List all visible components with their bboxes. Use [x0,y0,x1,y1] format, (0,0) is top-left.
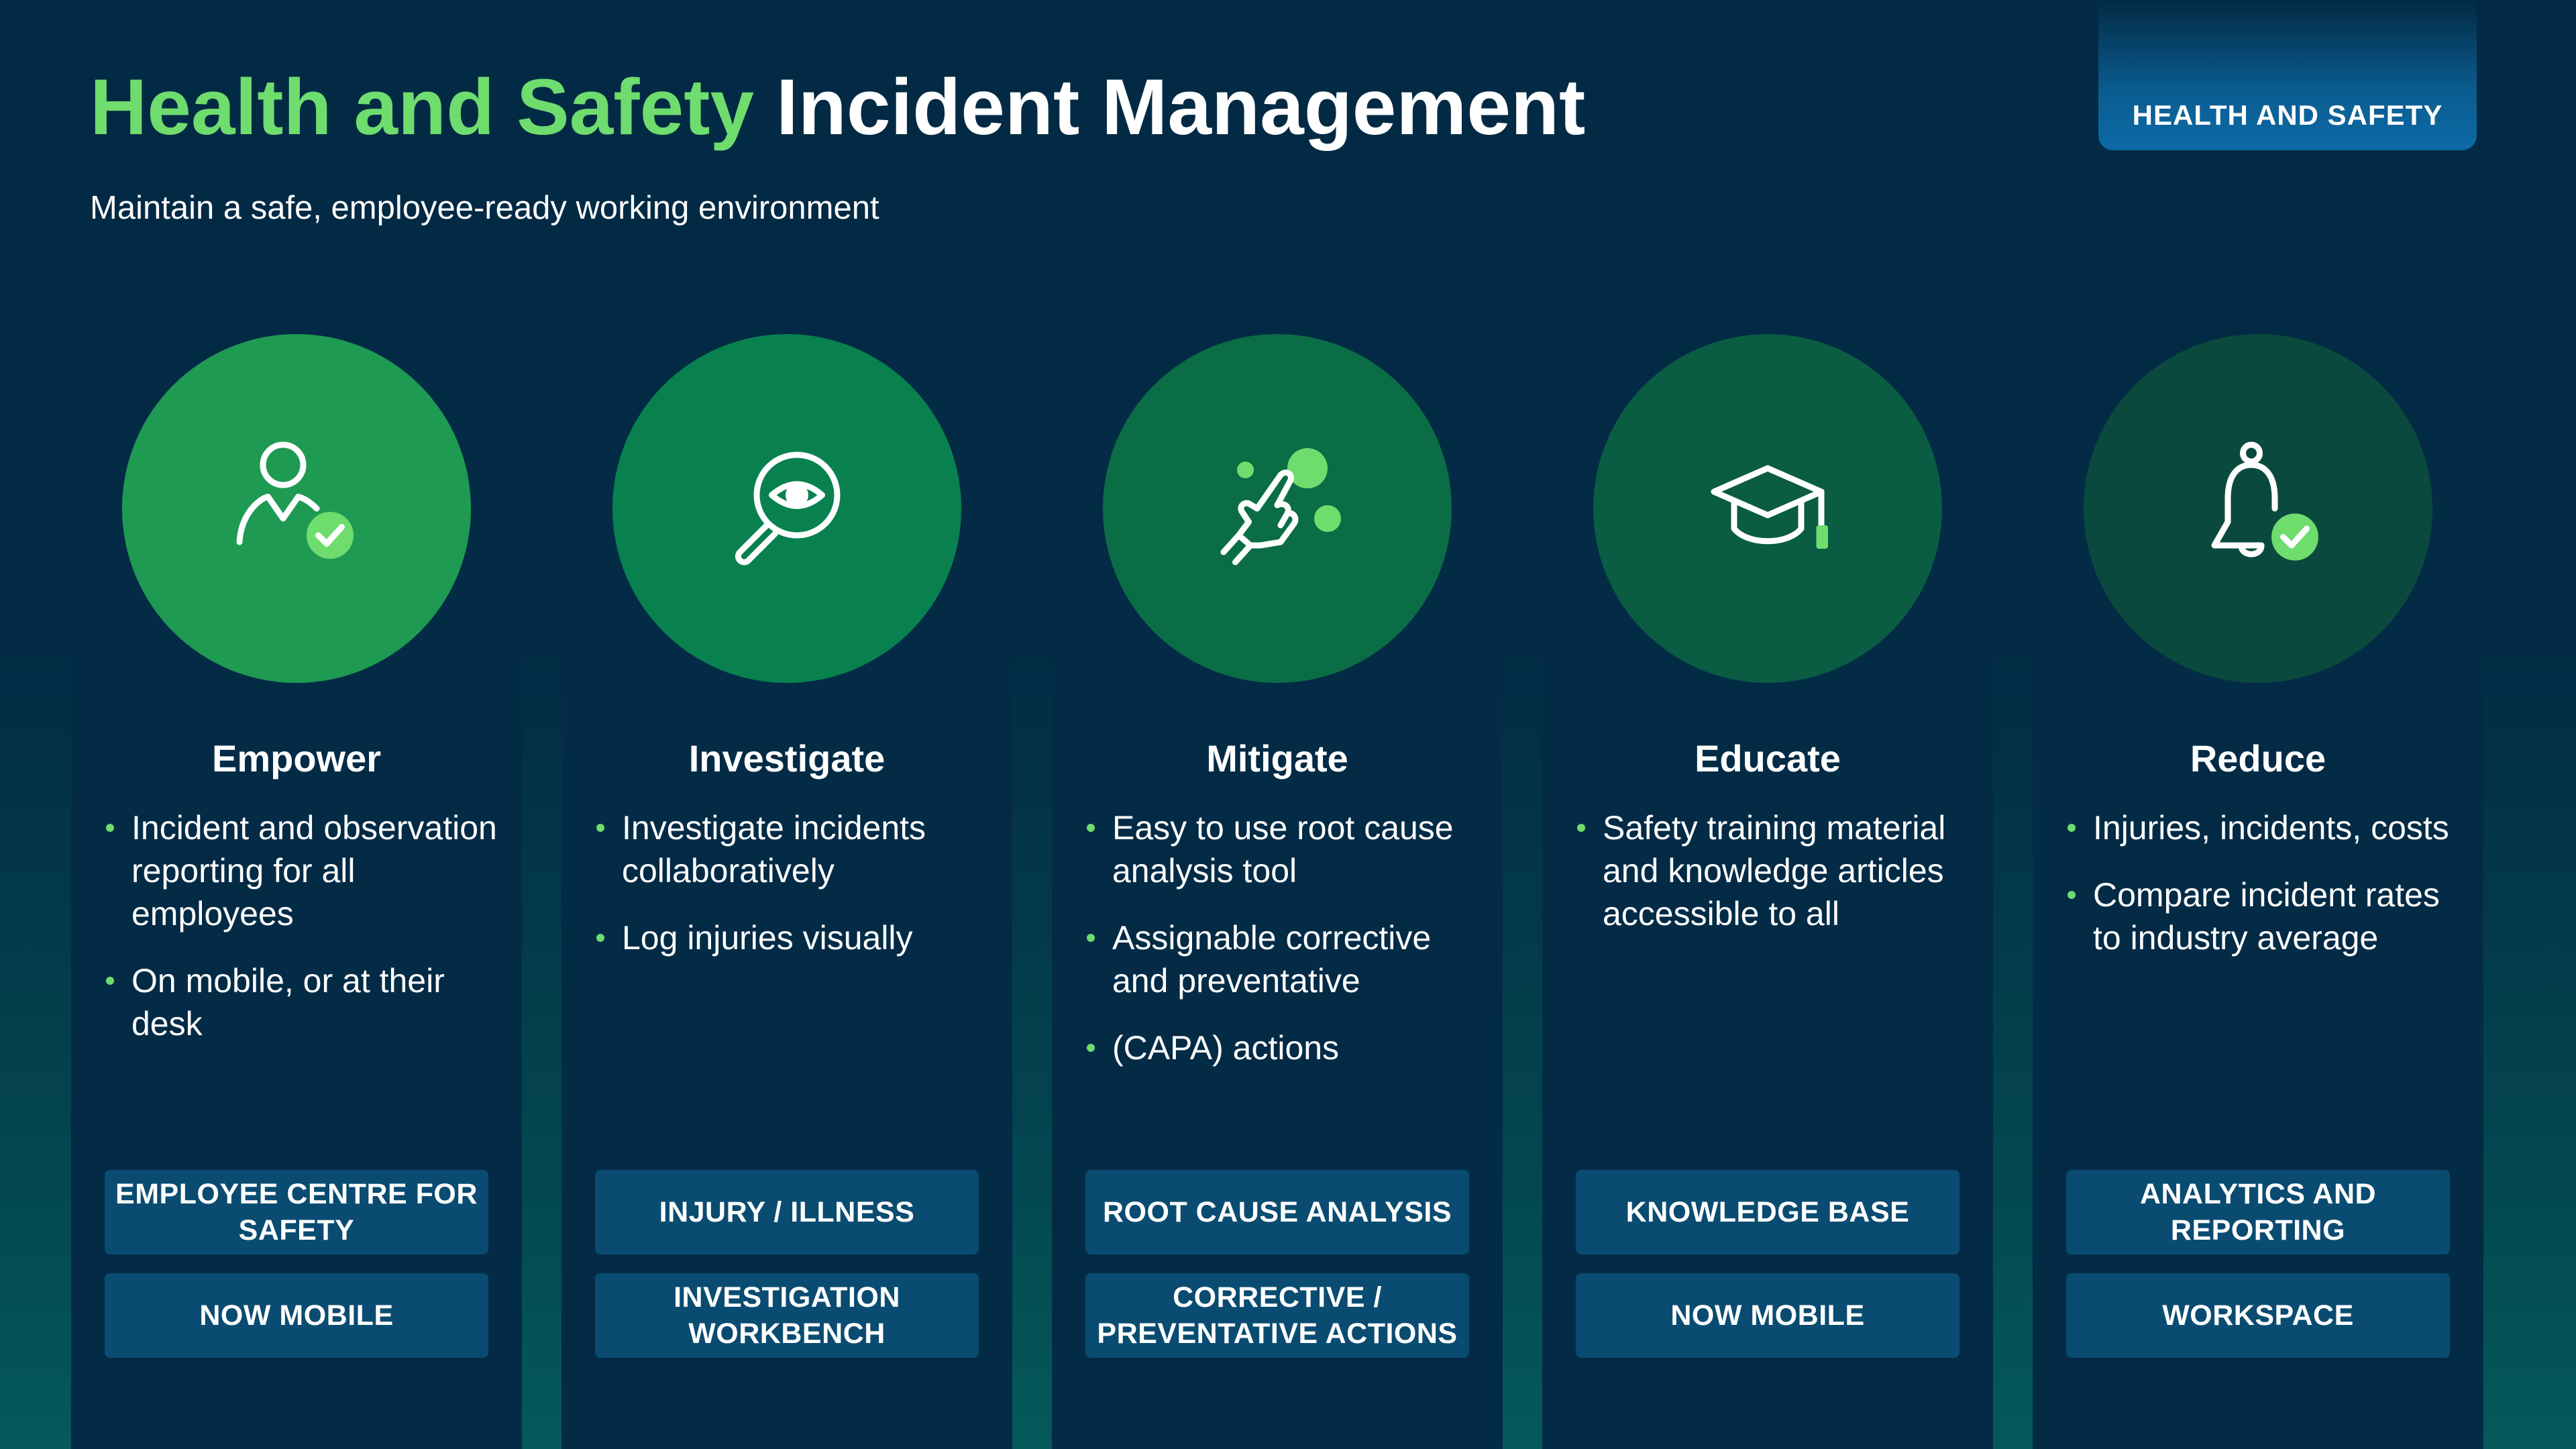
icon-circle [1593,334,1942,683]
tag-investigation-workbench[interactable]: INVESTIGATION WORKBENCH [595,1273,979,1358]
bullet-item: Incident and observation reporting for a… [102,806,502,935]
column-title: Mitigate [1206,737,1348,780]
bullet-item: Safety training material and knowledge a… [1573,806,1973,935]
column-reduce: Reduce Injuries, incidents, costs Compar… [2033,0,2483,1449]
magnifier-eye-icon [735,451,841,566]
icon-circle [1103,334,1452,683]
column-title: Reduce [2190,737,2326,780]
user-check-icon [236,441,354,559]
column-title: Investigate [688,737,885,780]
bullet-item: (CAPA) actions [1083,1026,1483,1069]
bullet-list: Incident and observation reporting for a… [102,806,502,1069]
bell-check-icon [2211,441,2318,561]
column-title: Educate [1695,737,1841,780]
tag-corrective-preventative-actions[interactable]: CORRECTIVE / PREVENTATIVE ACTIONS [1085,1273,1469,1358]
column-investigate: Investigate Investigate incidents collab… [561,0,1012,1449]
bullet-item: Compare incident rates to industry avera… [2063,873,2463,959]
column-empower: Empower Incident and observation reporti… [71,0,522,1449]
icon-circle [612,334,961,683]
bullet-item: Investigate incidents collaboratively [592,806,992,892]
bullet-list: Safety training material and knowledge a… [1573,806,1973,959]
graduation-cap-icon [1711,465,1828,549]
tag-now-mobile[interactable]: NOW MOBILE [1576,1273,1960,1358]
bullet-item: Assignable corrective and preventative [1083,916,1483,1002]
tag-knowledge-base[interactable]: KNOWLEDGE BASE [1576,1170,1960,1254]
tag-now-mobile[interactable]: NOW MOBILE [105,1273,488,1358]
icon-circle [2084,334,2432,683]
tag-employee-centre-for-safety[interactable]: EMPLOYEE CENTRE FOR SAFETY [105,1170,488,1254]
icon-circle [122,334,471,683]
column-educate: Educate Safety training material and kno… [1542,0,1993,1449]
tag-analytics-and-reporting[interactable]: ANALYTICS AND REPORTING [2066,1170,2450,1254]
tag-root-cause-analysis[interactable]: ROOT CAUSE ANALYSIS [1085,1170,1469,1254]
bullet-item: Easy to use root cause analysis tool [1083,806,1483,892]
bullet-list: Investigate incidents collaboratively Lo… [592,806,992,983]
bullet-list: Easy to use root cause analysis tool Ass… [1083,806,1483,1093]
tag-workspace[interactable]: WORKSPACE [2066,1273,2450,1358]
column-title: Empower [211,737,382,780]
bullet-list: Injuries, incidents, costs Compare incid… [2063,806,2463,983]
bullet-item: Log injuries visually [592,916,992,959]
hand-tap-icon [1220,448,1341,566]
bullet-item: On mobile, or at their desk [102,959,502,1045]
tag-injury-illness[interactable]: INJURY / ILLNESS [595,1170,979,1254]
column-mitigate: Mitigate Easy to use root cause analysis… [1052,0,1503,1449]
bullet-item: Injuries, incidents, costs [2063,806,2463,849]
